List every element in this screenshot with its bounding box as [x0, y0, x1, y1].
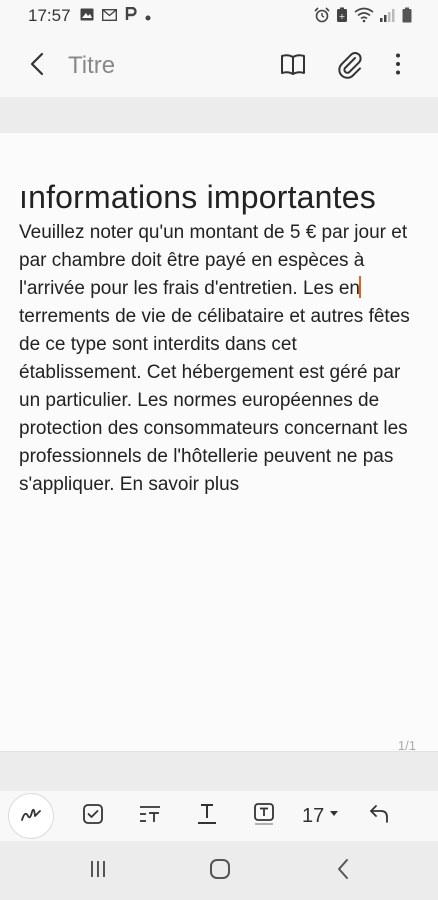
formatting-toolbar: 17 [0, 791, 438, 841]
undo-button[interactable] [362, 799, 396, 833]
back-button[interactable] [22, 48, 54, 80]
mail-icon [101, 8, 118, 26]
battery-saver-icon: + [336, 7, 348, 28]
toolbar-separator [0, 97, 438, 133]
battery-icon [402, 7, 412, 28]
text-alignment-button[interactable] [133, 799, 167, 833]
note-title[interactable]: ınformations importantes [19, 179, 429, 216]
text-box-button[interactable] [247, 799, 281, 833]
title-input[interactable]: Titre [68, 52, 115, 80]
text-underline-icon [196, 802, 218, 831]
attachment-icon [334, 52, 366, 84]
note-editor[interactable]: ınformations importantes Veuillez noter … [0, 133, 438, 753]
body-text-before-cursor: Veuillez noter qu'un montant de 5 € par … [19, 222, 408, 299]
recent-apps-icon [87, 859, 109, 884]
home-button[interactable] [204, 855, 236, 887]
system-navigation-bar [0, 841, 438, 900]
home-icon [208, 857, 232, 886]
back-nav-button[interactable] [327, 855, 359, 887]
dot-icon [145, 8, 151, 26]
text-box-icon [253, 802, 275, 831]
app-header: Titre [0, 32, 438, 96]
back-icon [332, 857, 354, 886]
attach-button[interactable] [334, 48, 366, 80]
checkbox-icon [82, 803, 104, 830]
text-cursor [359, 276, 361, 298]
more-options-button[interactable] [382, 48, 414, 80]
alarm-icon [314, 7, 330, 28]
text-underline-button[interactable] [190, 799, 224, 833]
undo-icon [367, 802, 391, 831]
book-icon [277, 54, 309, 84]
reading-mode-button[interactable] [277, 48, 309, 80]
body-text-after-cursor: terrements de vie de célibataire et autr… [19, 306, 410, 495]
editor-footer-band [0, 751, 438, 792]
wifi-icon [354, 7, 374, 28]
handwriting-icon [19, 802, 43, 831]
status-time: 17:57 [28, 6, 71, 25]
handwriting-button[interactable] [8, 793, 54, 839]
chevron-left-icon [22, 52, 54, 84]
signal-icon [380, 8, 396, 27]
font-size-selector[interactable]: 17 [302, 805, 324, 828]
svg-text:+: + [339, 12, 346, 21]
note-body[interactable]: Veuillez noter qu'un montant de 5 € par … [19, 219, 414, 499]
checkbox-button[interactable] [76, 799, 110, 833]
status-bar: 17:57 + [0, 0, 438, 32]
recent-apps-button[interactable] [82, 855, 114, 887]
text-alignment-icon [138, 803, 162, 830]
caret-down-icon [330, 811, 338, 816]
more-options-icon [382, 53, 414, 84]
image-icon [80, 8, 94, 26]
parking-icon [125, 6, 137, 26]
